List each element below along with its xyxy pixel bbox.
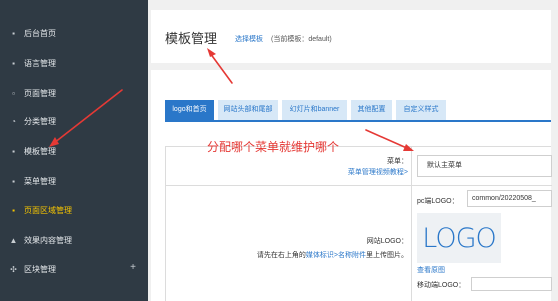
language-icon: ▪ <box>12 58 15 68</box>
category-icon: ◔ <box>11 116 16 126</box>
sidebar-item-label: 后台首页 <box>24 28 56 38</box>
logo-description: 请先在右上角的媒体标识>名称附件里上传图片。 <box>257 250 408 260</box>
effect-icon: ▲ <box>9 235 18 245</box>
column-divider <box>411 147 412 301</box>
sidebar-item-templates[interactable]: ▪ 模板管理 <box>0 136 148 166</box>
sidebar-item-label: 菜单管理 <box>24 176 56 186</box>
logo-desc-suffix: 里上传图片。 <box>366 252 408 259</box>
page-title: 模板管理 <box>165 31 218 46</box>
mobile-logo-label: 移动端LOGO： <box>417 282 466 289</box>
sidebar-item-pages[interactable]: ▫ 页面管理 <box>0 78 148 108</box>
sidebar: ▪ 后台首页 ▪ 语言管理 ▫ 页面管理 ◔ 分类管理 ▪ 模板管理 ▪ 菜单管… <box>0 0 148 301</box>
sidebar-item-categories[interactable]: ◔ 分类管理 <box>0 106 148 136</box>
sidebar-item-label: 区块管理 <box>24 264 56 274</box>
sidebar-item-menus[interactable]: ▪ 菜单管理 <box>0 166 148 196</box>
current-template-label: (当前模板：default) <box>271 36 332 43</box>
sidebar-item-label: 分类管理 <box>24 116 56 126</box>
page-icon: ▫ <box>12 88 15 98</box>
logo-preview-text: LOGO <box>422 222 497 254</box>
logo-field-label: 网站LOGO： <box>366 238 408 245</box>
sidebar-item-language[interactable]: ▪ 语言管理 <box>0 48 148 78</box>
area-icon: ▪ <box>12 205 15 215</box>
pc-logo-input[interactable]: common/20220508_ <box>467 190 552 207</box>
sidebar-item-label: 语言管理 <box>24 58 56 68</box>
tab-logo-home[interactable]: logo和首页 <box>165 100 214 120</box>
logo-desc-prefix: 请先在右上角的 <box>256 252 306 259</box>
logo-row: 网站LOGO： 请先在右上角的媒体标识>名称附件里上传图片。 pc端LOGO： … <box>166 186 552 301</box>
logo-preview-image: LOGO <box>417 213 501 263</box>
menu-select[interactable]: 默认主菜单 <box>417 155 552 177</box>
sidebar-item-label: 页面区域管理 <box>24 205 72 215</box>
sidebar-item-blocks[interactable]: ✣ 区块管理 + <box>0 254 148 284</box>
tab-bar: logo和首页 网站头部和尾部 幻灯片和banner 其他配置 自定义样式 <box>165 100 551 122</box>
select-template-link[interactable]: 选择模板 <box>235 34 263 44</box>
sidebar-item-page-areas[interactable]: ▪ 页面区域管理 <box>0 195 148 225</box>
expand-icon[interactable]: + <box>130 262 136 274</box>
template-icon: ▪ <box>12 146 15 156</box>
page-header: 模板管理 选择模板 (当前模板：default) <box>151 10 551 63</box>
menu-help-link[interactable]: 菜单管理视频教程> <box>348 167 408 177</box>
tab-header-footer[interactable]: 网站头部和尾部 <box>218 100 278 120</box>
menu-field-label: 菜单： <box>387 158 408 165</box>
menu-icon: ▪ <box>12 176 15 186</box>
view-original-link[interactable]: 查看原图 <box>417 265 445 275</box>
pc-logo-label: pc端LOGO： <box>417 198 459 205</box>
attachment-name-link[interactable]: 名称附件 <box>338 252 366 259</box>
block-icon: ✣ <box>10 264 17 274</box>
sidebar-item-dashboard[interactable]: ▪ 后台首页 <box>0 18 148 48</box>
tab-other-config[interactable]: 其他配置 <box>351 100 392 120</box>
settings-form: 菜单： 菜单管理视频教程> 默认主菜单 网站LOGO： 请先在右上角的媒体标识>… <box>165 146 552 301</box>
tab-slides-banner[interactable]: 幻灯片和banner <box>282 100 347 120</box>
sidebar-item-label: 效果内容管理 <box>24 235 72 245</box>
annotation-text: 分配哪个菜单就维护哪个 <box>207 140 340 154</box>
content-panel: logo和首页 网站头部和尾部 幻灯片和banner 其他配置 自定义样式 菜单… <box>151 70 552 301</box>
tab-custom-style[interactable]: 自定义样式 <box>396 100 446 120</box>
media-id-link[interactable]: 媒体标识> <box>306 252 338 259</box>
mobile-logo-input[interactable] <box>471 277 552 291</box>
sidebar-item-label: 页面管理 <box>24 88 56 98</box>
home-icon: ▪ <box>12 28 15 38</box>
sidebar-item-effects[interactable]: ▲ 效果内容管理 <box>0 225 148 255</box>
sidebar-item-label: 模板管理 <box>24 146 56 156</box>
